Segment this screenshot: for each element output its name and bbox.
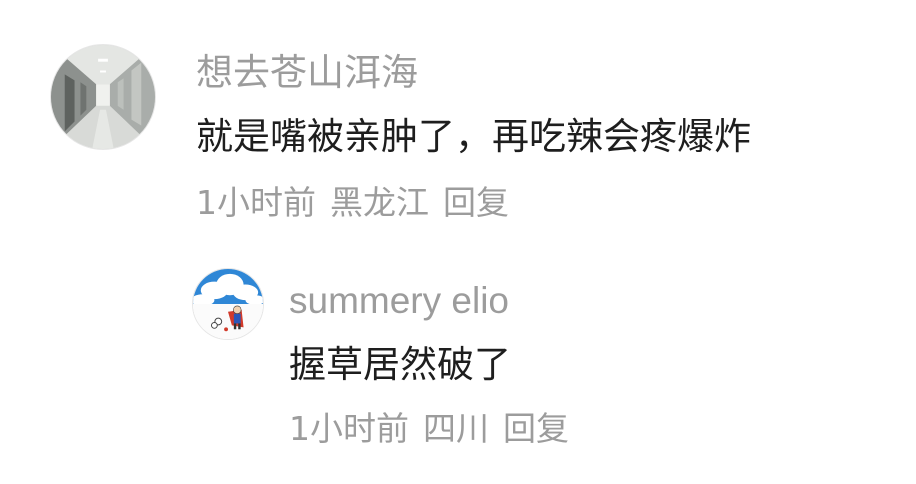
reply-text: 握草居然破了 bbox=[289, 343, 511, 386]
comment-time: 1小时前 bbox=[196, 183, 316, 222]
reply-button[interactable]: 回复 bbox=[503, 412, 569, 445]
comment-username[interactable]: 想去苍山洱海 bbox=[196, 54, 418, 91]
reply-time: 1小时前 bbox=[289, 409, 409, 448]
sky-cartoon-avatar-icon bbox=[193, 269, 263, 339]
reply-button[interactable]: 回复 bbox=[443, 186, 509, 219]
comment-meta: 1小时前 黑龙江 回复 bbox=[196, 186, 509, 219]
reply-region: 四川 bbox=[423, 409, 489, 448]
reply-username[interactable]: summery elio bbox=[289, 282, 509, 319]
comment-text: 就是嘴被亲肿了，再吃辣会疼爆炸 bbox=[196, 115, 751, 158]
avatar[interactable] bbox=[192, 268, 264, 340]
hallway-photo-avatar-icon bbox=[51, 45, 155, 149]
comment-region: 黑龙江 bbox=[330, 183, 429, 222]
avatar[interactable] bbox=[50, 44, 156, 150]
reply-meta: 1小时前 四川 回复 bbox=[289, 412, 569, 445]
